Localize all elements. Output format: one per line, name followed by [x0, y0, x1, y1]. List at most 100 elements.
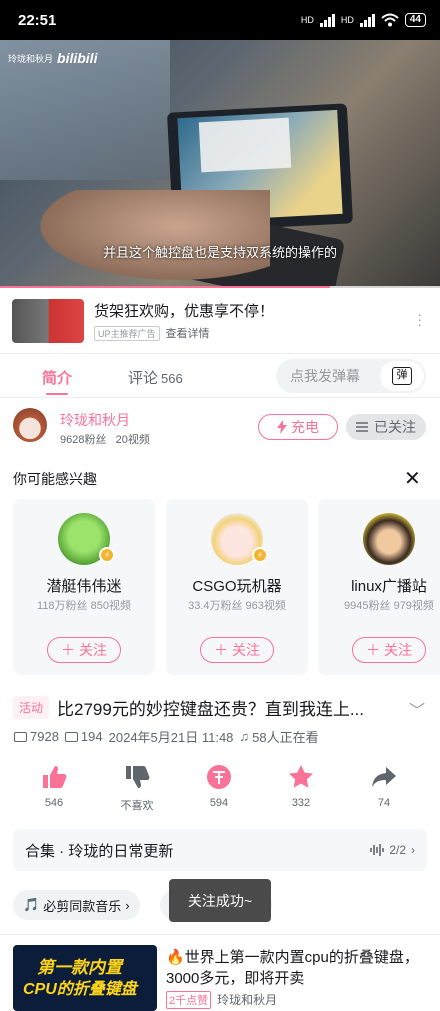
tab-comments-count: 566 [161, 371, 183, 386]
more-vertical-icon[interactable]: · · · [417, 307, 422, 331]
follow-label: 关注 [384, 642, 412, 658]
recommend-avatar [363, 513, 415, 565]
views-stat: 7928 [14, 729, 59, 744]
collection-count: 2/2 › [370, 843, 415, 857]
danmaku-stat: 194 [64, 729, 103, 744]
video-meta: 7928 194 2024年5月21日 11:48 ♫ 58人正在看 [14, 727, 319, 746]
danmaku-placeholder: 点我发弹幕 [290, 368, 360, 384]
danmaku-count-icon [64, 731, 78, 742]
uploader-avatar[interactable] [13, 408, 47, 442]
ad-tag: UP主推荐广告 [94, 325, 160, 341]
recommend-name: CSGO玩机器 [192, 578, 282, 595]
play-icon [14, 731, 27, 742]
recommend-card[interactable]: linux广播站 9945粉丝 979视频 ＋关注 [318, 499, 440, 675]
recommend-card[interactable]: ⚡ CSGO玩机器 33.4万粉丝 963视频 ＋关注 [166, 499, 308, 675]
share-count: 74 [377, 797, 391, 809]
follow-button[interactable]: ＋关注 [200, 637, 274, 663]
followed-button[interactable]: 已关注 [346, 414, 426, 440]
views-count: 7928 [30, 729, 59, 744]
status-icons: HD HD 44 [301, 13, 426, 27]
uploader-stats: 9628粉丝 20视频 [60, 431, 150, 447]
related-tag: 2千点赞 [166, 991, 212, 1009]
recommend-card[interactable]: ⚡ 潜艇伟伟迷 118万粉丝 850视频 ＋关注 [13, 499, 155, 675]
star-icon [271, 764, 331, 792]
follow-label: 关注 [232, 642, 260, 658]
coin-button[interactable]: 594 [189, 764, 249, 809]
network-type-1: HD [300, 15, 314, 25]
thumbs-up-icon [24, 764, 84, 792]
status-time: 22:51 [18, 11, 57, 29]
recommend-stats: 9945粉丝 979视频 [344, 600, 434, 612]
related-video[interactable]: 第一款内置 CPU的折叠键盘 🔥世界上第一款内置cpu的折叠键盘，3000多元，… [0, 934, 440, 1011]
verified-badge-icon: ⚡ [99, 547, 115, 563]
follow-button[interactable]: ＋关注 [47, 637, 121, 663]
related-meta: 2千点赞 玲珑和秋月 [166, 991, 277, 1009]
tab-comments[interactable]: 评论 566 [128, 367, 183, 388]
followed-label: 已关注 [374, 419, 416, 435]
like-count: 546 [44, 797, 64, 809]
ad-title: 货架狂欢购，优惠享不停！ [94, 303, 275, 320]
tab-intro[interactable]: 简介 [42, 367, 72, 395]
video-frame-dialog [198, 117, 292, 173]
ad-banner[interactable]: 货架狂欢购，优惠享不停！ UP主推荐广告 查看详情 · · · [0, 288, 440, 354]
tab-comments-label: 评论 [128, 370, 159, 387]
activity-tag: 活动 [13, 696, 50, 719]
dislike-button[interactable]: 不喜欢 [107, 764, 167, 813]
plus-icon: ＋ [214, 642, 228, 658]
toast-message: 关注成功~ [169, 879, 271, 922]
charge-button[interactable]: 充电 [258, 414, 338, 440]
ad-text: 货架狂欢购，优惠享不停！ UP主推荐广告 查看详情 [94, 300, 274, 341]
dislike-label: 不喜欢 [120, 800, 154, 812]
network-type-2: HD [340, 15, 354, 25]
video-player[interactable]: 玲珑和秋月 bilibili 并且这个触控盘也是支持双系统的操作的 [0, 40, 440, 288]
chevron-right-icon: › [411, 843, 415, 857]
recommend-name: 潜艇伟伟迷 [46, 578, 122, 595]
content-tabs: 简介 评论 566 点我发弹幕 弹 [0, 354, 440, 398]
ad-thumbnail [12, 298, 84, 343]
watching-stat: ♫ 58人正在看 [239, 727, 318, 746]
related-title: 🔥世界上第一款内置cpu的折叠键盘，3000多元，即将开卖 [166, 949, 419, 987]
recommend-stats: 33.4万粉丝 963视频 [188, 600, 286, 612]
share-icon [354, 764, 414, 792]
video-title-row[interactable]: 活动 比2799元的妙控键盘还贵？直到我连上... ﹀ [13, 695, 433, 720]
music-chip[interactable]: 🎵 必剪同款音乐 › [13, 890, 140, 920]
share-button[interactable]: 74 [354, 764, 414, 809]
collection-count-value: 2/2 [389, 843, 406, 857]
follow-button[interactable]: ＋关注 [352, 637, 426, 663]
watermark-user: 玲珑和秋月 [8, 53, 54, 64]
ad-meta: UP主推荐广告 查看详情 [94, 325, 274, 341]
video-title: 比2799元的妙控键盘还贵？直到我连上... [57, 700, 365, 719]
headphones-icon: ♫ [239, 729, 250, 744]
charge-label: 充电 [291, 419, 319, 435]
related-author: 玲珑和秋月 [217, 993, 278, 1007]
thumbnail-text-2: CPU的折叠键盘 [23, 981, 137, 998]
status-bar: 22:51 HD HD 44 [0, 0, 440, 40]
collection-bar[interactable]: 合集 · 玲珑的日常更新 2/2 › [13, 829, 427, 871]
lightning-icon [277, 420, 287, 434]
signal-icon-2 [359, 13, 375, 27]
chevron-right-icon: › [125, 897, 130, 913]
related-thumbnail: 第一款内置 CPU的折叠键盘 [13, 945, 157, 1011]
watching-count: 58人正在看 [252, 730, 319, 745]
uploader-section: 玲珑和秋月 9628粉丝 20视频 充电 已关注 [0, 398, 440, 460]
ad-details-link[interactable]: 查看详情 [166, 325, 210, 341]
danmaku-toggle-button[interactable]: 弹 [380, 361, 424, 391]
music-chip-label: 必剪同款音乐 [43, 898, 122, 914]
uploader-name[interactable]: 玲珑和秋月 [60, 410, 130, 430]
recommend-title: 你可能感兴趣 [13, 471, 97, 487]
uploader-fans: 9628粉丝 [60, 434, 107, 446]
recommend-name: linux广播站 [351, 578, 427, 595]
danmaku-input[interactable]: 点我发弹幕 弹 [276, 359, 426, 393]
publish-date: 2024年5月21日 11:48 [108, 730, 234, 745]
chevron-down-icon[interactable]: ﹀ [409, 697, 425, 721]
plus-icon: ＋ [366, 642, 380, 658]
video-subtitle: 并且这个触控盘也是支持双系统的操作的 [102, 245, 337, 260]
favorite-button[interactable]: 332 [271, 764, 331, 809]
coin-count: 594 [209, 797, 229, 809]
signal-icon [319, 13, 335, 27]
bilibili-logo: bilibili [57, 50, 98, 66]
close-icon[interactable]: ✕ [404, 466, 421, 491]
favorite-count: 332 [291, 797, 311, 809]
audio-bars-icon [370, 844, 385, 856]
like-button[interactable]: 546 [24, 764, 84, 809]
